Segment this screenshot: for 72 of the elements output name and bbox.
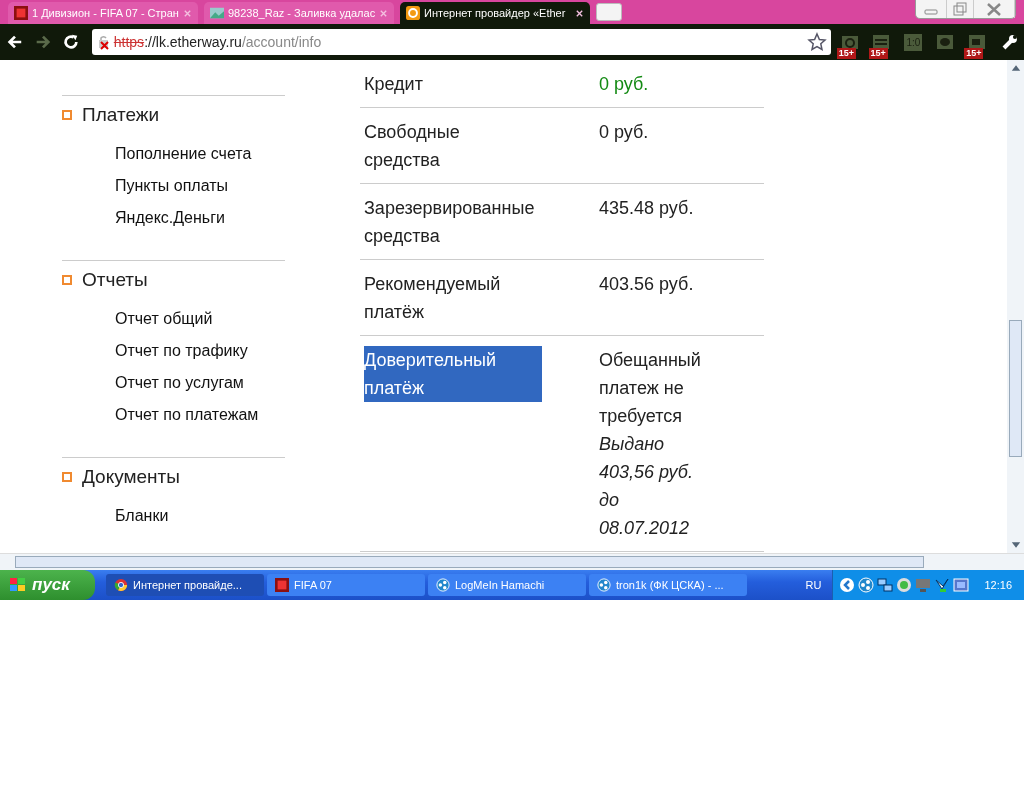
- task-title: FIFA 07: [294, 579, 332, 591]
- count-badge: 15+: [868, 48, 888, 59]
- taskbar-button[interactable]: LogMeIn Hamachi: [428, 574, 586, 596]
- new-tab-button[interactable]: [596, 3, 622, 21]
- image-icon: [210, 6, 224, 20]
- table-value: 0 руб.: [599, 73, 650, 96]
- section-heading: Платежи: [82, 104, 160, 126]
- game-icon: [275, 578, 289, 592]
- chevron-icon[interactable]: [839, 577, 856, 593]
- table-label: Доверительный платёж: [364, 346, 542, 402]
- scroll-thumb[interactable]: [15, 556, 924, 568]
- video-icon: [967, 32, 988, 52]
- sidebar-link[interactable]: Пополнение счета: [115, 138, 285, 170]
- sidebar-link[interactable]: Пункты оплаты: [115, 170, 285, 202]
- monitor-icon[interactable]: [915, 577, 932, 593]
- site-icon: [406, 6, 420, 20]
- table-label: Зарезервированные средства: [364, 197, 536, 248]
- window-icon[interactable]: [953, 577, 970, 593]
- chat-icon: [935, 32, 956, 52]
- clock: 12:16: [984, 579, 1012, 591]
- reload-icon[interactable]: [61, 33, 80, 51]
- computers-icon[interactable]: [877, 577, 894, 593]
- vertical-scrollbar[interactable]: [1007, 60, 1024, 553]
- count-badge: 15+: [836, 48, 856, 59]
- count-badge: 15+: [964, 48, 984, 59]
- scroll-thumb[interactable]: [1009, 320, 1022, 457]
- sidebar-link[interactable]: Отчет по услугам: [115, 367, 285, 399]
- table-value: Обещанный платеж не требуется: [599, 349, 702, 428]
- address-bar[interactable]: https://lk.etherway.ru/account/info: [91, 29, 831, 55]
- sidebar-link[interactable]: Отчет по платежам: [115, 399, 285, 431]
- back-icon[interactable]: [6, 33, 24, 51]
- taskbar-button[interactable]: Интернет провайде...: [106, 574, 264, 596]
- task-title: Интернет провайде...: [133, 579, 242, 591]
- section-heading: Отчеты: [82, 269, 148, 291]
- task-title: LogMeIn Hamachi: [455, 579, 545, 591]
- sidebar-link[interactable]: Яндекс.Деньги: [115, 202, 285, 234]
- tab-title: 1 Дивизион - FIFA 07 - Стран: [32, 7, 179, 19]
- network-icon: [436, 578, 450, 592]
- task-title: tron1k (ФК ЦСКА) - ...: [616, 579, 724, 591]
- window-controls[interactable]: [915, 0, 1016, 19]
- section-heading: Документы: [82, 466, 180, 488]
- table-label: Свободные средства: [364, 121, 461, 172]
- table-value: 0 руб.: [599, 121, 650, 144]
- table-label: Рекомендуемый платёж: [364, 273, 502, 324]
- sidebar-link[interactable]: Бланки: [115, 500, 285, 532]
- network-icon: [597, 578, 611, 592]
- taskbar-button[interactable]: FIFA 07: [267, 574, 425, 596]
- bullet-icon: [62, 275, 72, 285]
- chrome-icon: [114, 578, 128, 592]
- table-value: 403.56 руб.: [599, 273, 695, 296]
- sidebar-link[interactable]: Отчет по трафику: [115, 335, 285, 367]
- sidebar-link[interactable]: Отчет общий: [115, 303, 285, 335]
- list-icon: [871, 32, 892, 52]
- bullet-icon: [62, 110, 72, 120]
- table-note: Выдано 403,56 руб. до 08.07.2012: [599, 433, 694, 540]
- game-icon: [14, 6, 28, 20]
- network-icon[interactable]: [858, 577, 875, 593]
- tab-title: Интернет провайдер «Ether: [424, 7, 567, 19]
- browser-tab[interactable]: Интернет провайдер «Ether: [400, 2, 590, 24]
- table-label: Кредит: [364, 73, 423, 96]
- star-icon[interactable]: [806, 32, 827, 52]
- horizontal-scrollbar[interactable]: [0, 553, 1024, 570]
- status-dot-icon[interactable]: [896, 577, 913, 593]
- url-text: https://lk.etherway.ru/account/info: [113, 34, 323, 50]
- close-icon[interactable]: [575, 8, 584, 18]
- bullet-icon: [62, 472, 72, 482]
- language-indicator[interactable]: RU: [805, 579, 822, 591]
- wrench-icon[interactable]: [1000, 32, 1020, 52]
- table-value: 435.48 руб.: [599, 197, 695, 220]
- tab-title: 98238_Raz - Заливка удалас: [228, 7, 375, 19]
- bird-icon[interactable]: [934, 577, 951, 593]
- taskbar-button[interactable]: tron1k (ФК ЦСКА) - ...: [589, 574, 747, 596]
